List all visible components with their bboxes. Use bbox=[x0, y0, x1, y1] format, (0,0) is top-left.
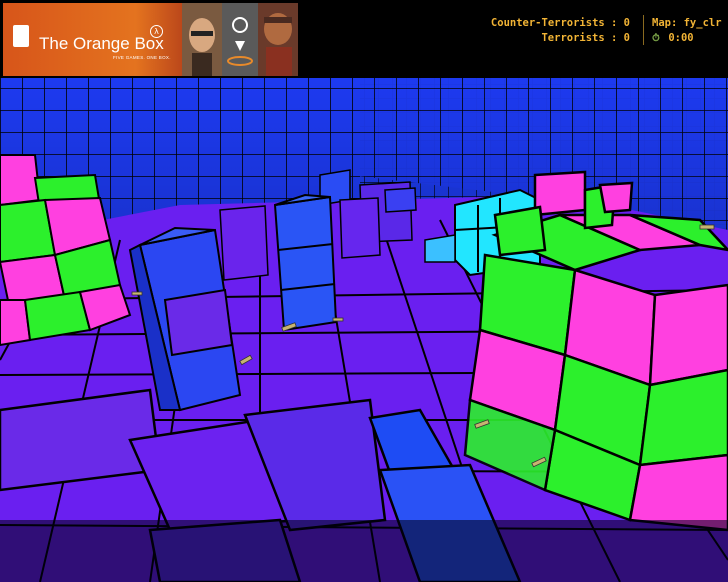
orange-box-logo-icon bbox=[13, 25, 29, 47]
banner-tagline: FIVE GAMES. ONE BOX. bbox=[113, 55, 171, 60]
orange-box-banner: The Orange Box λ FIVE GAMES. ONE BOX. bbox=[3, 3, 298, 76]
t-score: Terrorists : 0 bbox=[541, 32, 630, 44]
map-name: Map: fy_clr bbox=[652, 17, 722, 29]
round-timer-value: 0:00 bbox=[668, 32, 694, 44]
ct-score: Counter-Terrorists : 0 bbox=[490, 17, 630, 29]
scoreboard: Counter-Terrorists : 0 Terrorists : 0 Ma… bbox=[480, 15, 728, 45]
bottom-hud-strip bbox=[0, 520, 728, 582]
banner-character-art bbox=[182, 3, 298, 76]
map-scene bbox=[0, 78, 728, 582]
hud-divider bbox=[643, 15, 644, 45]
game-viewport[interactable]: The Orange Box λ FIVE GAMES. ONE BOX. Co… bbox=[0, 0, 728, 582]
banner-title: The Orange Box bbox=[39, 34, 164, 53]
top-hud-bar: The Orange Box λ FIVE GAMES. ONE BOX. Co… bbox=[0, 0, 728, 78]
round-timer: ⏱ 0:00 bbox=[652, 32, 694, 44]
stopwatch-icon: ⏱ bbox=[652, 33, 660, 44]
lambda-icon: λ bbox=[150, 25, 163, 38]
blue-column bbox=[273, 193, 338, 332]
